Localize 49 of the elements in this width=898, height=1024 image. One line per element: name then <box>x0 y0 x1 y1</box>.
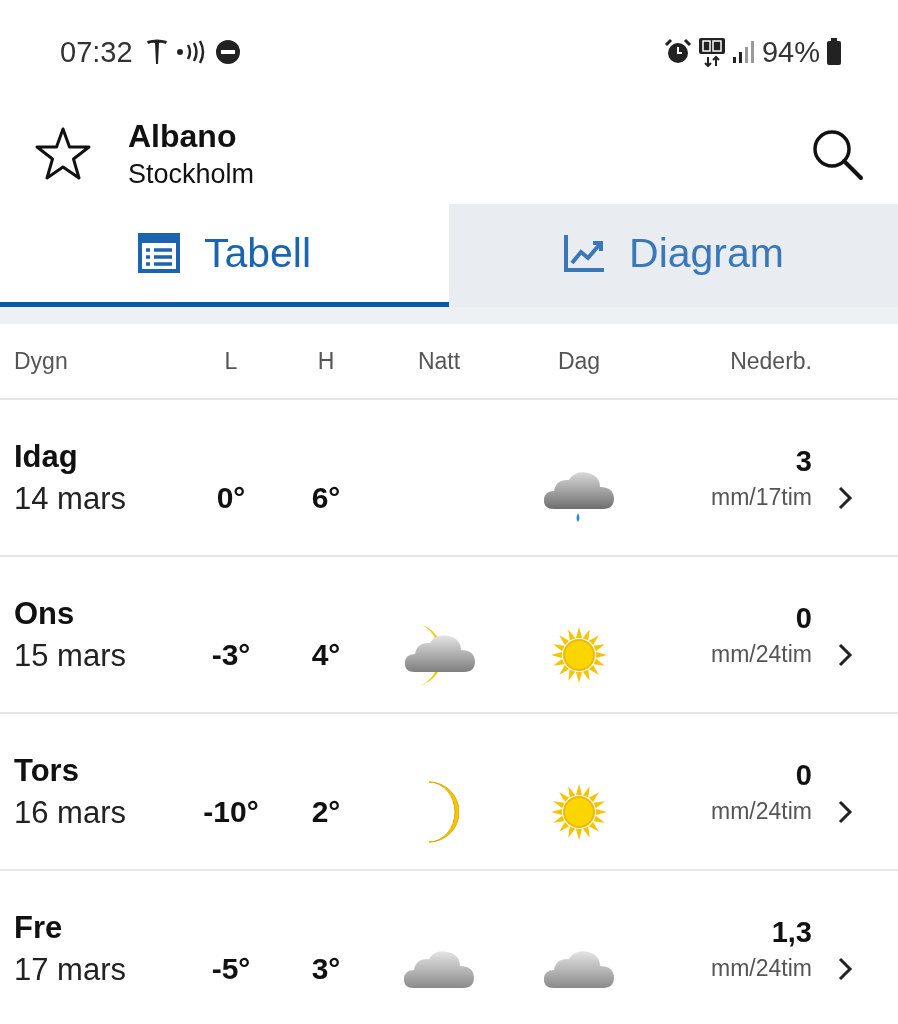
t-logo-icon <box>144 39 169 65</box>
signal-icon <box>731 40 756 64</box>
high-temp: 3° <box>310 951 342 986</box>
high-temp: 2° <box>310 794 342 829</box>
network-icon <box>697 37 726 67</box>
circle-icon <box>214 39 241 65</box>
chevron-right-icon[interactable] <box>837 484 853 511</box>
table-icon <box>137 233 180 273</box>
column-header: Dag <box>556 347 602 375</box>
status-time: 07:32 <box>60 35 133 69</box>
date-text: 17 mars <box>14 951 127 988</box>
column-header: H <box>316 347 336 375</box>
chevron-right-icon[interactable] <box>837 798 853 825</box>
precipitation-unit: mm/17tim <box>711 483 812 511</box>
low-temp: -3° <box>210 637 252 672</box>
day-name: Ons <box>14 595 76 632</box>
precipitation-unit: mm/24tim <box>711 640 812 668</box>
low-temp: -5° <box>210 951 252 986</box>
precipitation-amount: 0 <box>795 601 812 635</box>
column-header: Dygn <box>14 347 69 375</box>
chevron-right-icon[interactable] <box>837 641 853 668</box>
column-header: Natt <box>416 347 462 375</box>
precipitation-unit: mm/24tim <box>711 954 812 982</box>
line-chart-icon <box>563 233 606 273</box>
battery-icon <box>826 38 842 66</box>
high-temp: 4° <box>310 637 342 672</box>
battery-percent: 94% <box>761 35 820 69</box>
date-text: 16 mars <box>14 794 127 831</box>
star-icon[interactable] <box>34 126 92 182</box>
precipitation-amount: 0 <box>795 758 812 792</box>
view-tab[interactable]: Diagram <box>449 204 898 307</box>
day-name: Idag <box>14 438 79 475</box>
date-text: 15 mars <box>14 637 127 674</box>
precipitation-amount: 1,3 <box>771 915 812 949</box>
low-temp: 0° <box>215 480 247 515</box>
precipitation-unit: mm/24tim <box>711 797 812 825</box>
precipitation-amount: 3 <box>795 444 812 478</box>
chevron-right-icon[interactable] <box>837 955 853 982</box>
region-name: Stockholm <box>128 159 256 190</box>
column-header: L <box>223 347 239 375</box>
day-name: Fre <box>14 909 64 946</box>
search-icon[interactable] <box>810 127 864 181</box>
column-header: Nederb. <box>729 347 812 375</box>
day-name: Tors <box>14 752 80 789</box>
date-text: 14 mars <box>14 480 127 517</box>
place-name: Albano <box>128 118 238 155</box>
high-temp: 6° <box>310 480 342 515</box>
low-temp: -10° <box>202 794 260 829</box>
alarm-icon <box>663 38 692 66</box>
